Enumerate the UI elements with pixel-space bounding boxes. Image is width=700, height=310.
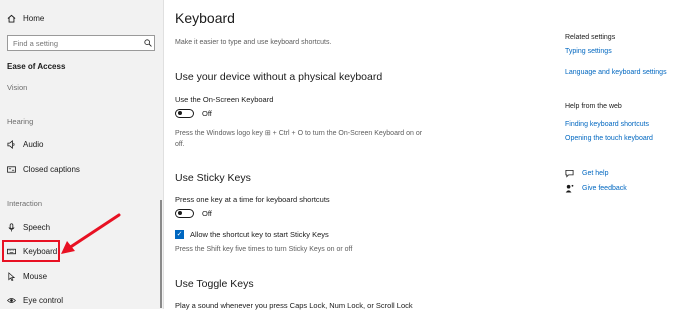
search-input[interactable] [7,35,155,51]
related-settings-heading: Related settings [565,34,616,41]
sidebar-item-speech[interactable]: Speech [7,223,50,232]
section-hearing: Hearing [7,117,34,126]
link-typing-settings[interactable]: Typing settings [565,48,612,55]
give-feedback-row[interactable]: Give feedback [565,184,627,193]
link-finding-keyboard-shortcuts[interactable]: Finding keyboard shortcuts [565,121,649,128]
sidebar-item-label: Speech [23,223,51,232]
right-panel: Related settings Typing settings Languag… [565,0,695,309]
sticky-shortcut-checkbox-row[interactable]: ✓ Allow the shortcut key to start Sticky… [175,230,329,239]
sticky-keys-toggle[interactable]: Off [175,209,212,218]
home-icon [7,14,16,23]
search-icon[interactable] [144,39,152,47]
sidebar-item-label: Eye control [23,296,64,305]
get-help-link[interactable]: Get help [582,170,608,177]
toggle-switch[interactable] [175,109,194,118]
osk-label: Use the On-Screen Keyboard [175,95,274,104]
speaker-icon [7,140,16,149]
sidebar-heading: Ease of Access [7,62,66,71]
sidebar-item-label: Home [23,14,45,23]
closed-captions-icon [7,165,16,174]
sidebar-item-label: Audio [23,140,44,149]
sidebar-item-mouse[interactable]: Mouse [7,272,47,281]
sticky-keys-label: Press one key at a time for keyboard sho… [175,195,330,204]
link-language-keyboard-settings[interactable]: Language and keyboard settings [565,69,667,76]
section-vision: Vision [7,83,28,92]
give-feedback-link[interactable]: Give feedback [582,185,627,192]
eye-icon [7,296,16,305]
page-subtitle: Make it easier to type and use keyboard … [175,39,332,46]
osk-hint: Press the Windows logo key ⊞ + Ctrl + O … [175,130,423,148]
main-content: Keyboard Make it easier to type and use … [175,0,545,310]
pointer-arrow-icon [61,213,121,254]
sidebar: Home Ease of Access Vision Hearing Audio… [0,0,164,309]
sidebar-item-eye-control[interactable]: Eye control [7,296,63,305]
mouse-pointer-icon [7,272,16,281]
link-opening-touch-keyboard[interactable]: Opening the touch keyboard [565,135,653,142]
sticky-shortcut-checkbox-label: Allow the shortcut key to start Sticky K… [190,230,329,239]
microphone-icon [7,223,16,232]
toggle-switch[interactable] [175,209,194,218]
osk-heading: Use your device without a physical keybo… [175,71,383,83]
sidebar-item-label: Closed captions [23,165,80,174]
sticky-keys-hint: Press the Shift key five times to turn S… [175,246,353,253]
sidebar-item-label: Mouse [23,272,48,281]
sidebar-item-home[interactable]: Home [7,14,44,23]
osk-toggle[interactable]: Off [175,109,212,118]
sticky-keys-heading: Use Sticky Keys [175,172,251,184]
page-title: Keyboard [175,10,235,26]
checkbox-checked-icon[interactable]: ✓ [175,230,184,239]
feedback-person-icon [565,184,574,193]
keyboard-highlight-box [2,240,60,262]
get-help-row[interactable]: Get help [565,169,608,178]
osk-toggle-state: Off [202,109,212,118]
sidebar-item-audio[interactable]: Audio [7,140,43,149]
chat-help-icon [565,169,574,178]
sticky-keys-toggle-state: Off [202,209,212,218]
sidebar-scrollbar[interactable] [160,200,162,308]
sidebar-item-closed-captions[interactable]: Closed captions [7,165,80,174]
help-heading: Help from the web [565,103,622,110]
toggle-keys-heading: Use Toggle Keys [175,278,254,290]
section-interaction: Interaction [7,199,43,208]
